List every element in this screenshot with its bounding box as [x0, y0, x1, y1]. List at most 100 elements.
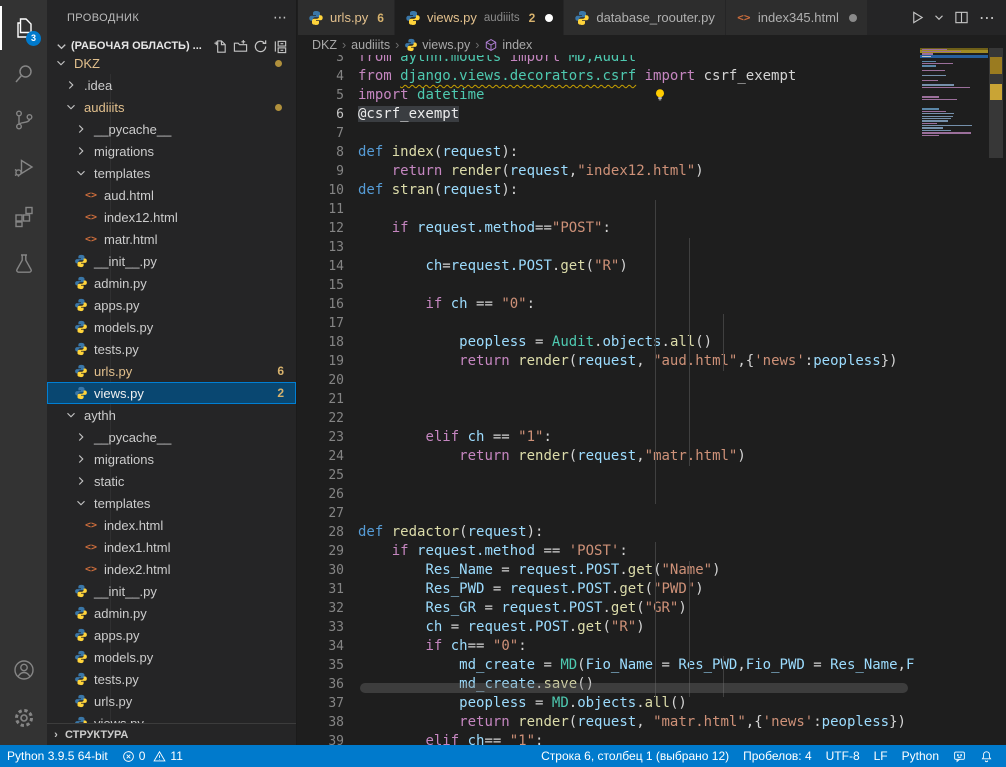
code-line[interactable]: 26: [298, 485, 920, 504]
tree-item--pycache-[interactable]: __pycache__: [47, 426, 296, 448]
code-line[interactable]: 16 if ch == "0":: [298, 295, 920, 314]
tree-item-index12-html[interactable]: <>index12.html: [47, 206, 296, 228]
source-control-icon[interactable]: [0, 98, 47, 142]
language-mode-status[interactable]: Python: [895, 745, 946, 767]
tab-views-py[interactable]: views.py audiiits 2: [395, 0, 564, 35]
code-line[interactable]: 12 if request.method=="POST":: [298, 219, 920, 238]
tree-item-apps-py[interactable]: apps.py: [47, 624, 296, 646]
code-line[interactable]: 6@csrf_exempt: [298, 105, 920, 124]
code-line[interactable]: 21: [298, 390, 920, 409]
code-line[interactable]: 7: [298, 124, 920, 143]
code-line[interactable]: 35 md_create = MD(Fio_Name = Res_PWD,Fio…: [298, 656, 920, 675]
minimap[interactable]: [920, 48, 988, 745]
code-line[interactable]: 30 Res_Name = request.POST.get("Name"): [298, 561, 920, 580]
tree-item-index2-html[interactable]: <>index2.html: [47, 558, 296, 580]
tree-item-apps-py[interactable]: apps.py: [47, 294, 296, 316]
extensions-icon[interactable]: [0, 194, 47, 238]
tree-item-admin-py[interactable]: admin.py: [47, 272, 296, 294]
outline-section-header[interactable]: › СТРУКТУРА: [47, 723, 296, 745]
tree-item-admin-py[interactable]: admin.py: [47, 602, 296, 624]
code-line[interactable]: 37 peopless = MD.objects.all(): [298, 694, 920, 713]
settings-gear-icon[interactable]: [0, 696, 47, 740]
tree-item-aud-html[interactable]: <>aud.html: [47, 184, 296, 206]
breadcrumb-item[interactable]: index: [502, 38, 532, 52]
tree-item-tests-py[interactable]: tests.py: [47, 338, 296, 360]
tree-item-urls-py[interactable]: urls.py6: [47, 360, 296, 382]
tab-database-roouter-py[interactable]: database_roouter.py: [564, 0, 726, 35]
code-line[interactable]: 34 if ch== "0":: [298, 637, 920, 656]
tree-item-views-py[interactable]: views.py2: [47, 382, 296, 404]
code-line[interactable]: 20: [298, 371, 920, 390]
code-line[interactable]: 18 peopless = Audit.objects.all(): [298, 333, 920, 352]
tree-item-static[interactable]: static: [47, 470, 296, 492]
horizontal-scrollbar-slider[interactable]: [360, 683, 908, 693]
code-line[interactable]: 15: [298, 276, 920, 295]
account-icon[interactable]: [0, 648, 47, 692]
encoding-status[interactable]: UTF-8: [819, 745, 867, 767]
modified-dot-icon[interactable]: [849, 14, 857, 22]
tab-index345-html[interactable]: <> index345.html: [726, 0, 868, 35]
code-area[interactable]: 3from aythh.models import MD,Audit4from …: [298, 48, 920, 745]
tree-item--init-py[interactable]: __init__.py: [47, 250, 296, 272]
testing-icon[interactable]: [0, 242, 47, 286]
tree-item-migrations[interactable]: migrations: [47, 448, 296, 470]
modified-dot-icon[interactable]: [545, 14, 553, 22]
run-dropdown-chevron-icon[interactable]: [932, 7, 946, 29]
code-line[interactable]: 5import datetime: [298, 86, 920, 105]
code-line[interactable]: 13: [298, 238, 920, 257]
cursor-position-status[interactable]: Строка 6, столбец 1 (выбрано 12): [534, 745, 736, 767]
code-line[interactable]: 28def redactor(request):: [298, 523, 920, 542]
breadcrumb-item[interactable]: DKZ: [312, 38, 337, 52]
tab-urls-py[interactable]: urls.py 6: [298, 0, 395, 35]
explorer-icon[interactable]: 3: [0, 6, 47, 50]
tree-item-aythh[interactable]: aythh: [47, 404, 296, 426]
breadcrumb-item[interactable]: audiiits: [351, 38, 390, 52]
notifications-bell-icon[interactable]: [973, 745, 1000, 767]
code-line[interactable]: 29 if request.method == 'POST':: [298, 542, 920, 561]
run-debug-icon[interactable]: [0, 146, 47, 190]
code-line[interactable]: 22: [298, 409, 920, 428]
code-line[interactable]: 31 Res_PWD = request.POST.get("PWD"): [298, 580, 920, 599]
tree-item-templates[interactable]: templates: [47, 492, 296, 514]
breadcrumb-item[interactable]: views.py: [422, 38, 470, 52]
code-line[interactable]: 23 elif ch == "1":: [298, 428, 920, 447]
tree-item-index1-html[interactable]: <>index1.html: [47, 536, 296, 558]
tree-item-models-py[interactable]: models.py: [47, 316, 296, 338]
run-file-icon[interactable]: [906, 7, 928, 29]
tree-item--init-py[interactable]: __init__.py: [47, 580, 296, 602]
code-line[interactable]: 10def stran(request):: [298, 181, 920, 200]
code-line[interactable]: 4from django.views.decorators.csrf impor…: [298, 67, 920, 86]
tree-item-urls-py[interactable]: urls.py: [47, 690, 296, 712]
tree-item-templates[interactable]: templates: [47, 162, 296, 184]
eol-status[interactable]: LF: [867, 745, 895, 767]
tree-item--pycache-[interactable]: __pycache__: [47, 118, 296, 140]
code-line[interactable]: 14 ch=request.POST.get("R"): [298, 257, 920, 276]
code-line[interactable]: 25: [298, 466, 920, 485]
tree-item--idea[interactable]: .idea: [47, 74, 296, 96]
code-line[interactable]: 38 return render(request, "matr.html",{'…: [298, 713, 920, 732]
search-icon[interactable]: [0, 52, 47, 96]
more-actions-icon[interactable]: ⋯: [976, 7, 998, 29]
tree-item-tests-py[interactable]: tests.py: [47, 668, 296, 690]
feedback-icon[interactable]: [946, 745, 973, 767]
code-line[interactable]: 9 return render(request,"index12.html"): [298, 162, 920, 181]
tree-item-index-html[interactable]: <>index.html: [47, 514, 296, 536]
code-line[interactable]: 17: [298, 314, 920, 333]
tree-item-matr-html[interactable]: <>matr.html: [47, 228, 296, 250]
code-line[interactable]: 11: [298, 200, 920, 219]
code-line[interactable]: 39 elif ch== "1":: [298, 732, 920, 745]
tree-item-audiiits[interactable]: audiiits: [47, 96, 296, 118]
indentation-status[interactable]: Пробелов: 4: [736, 745, 819, 767]
tree-item-models-py[interactable]: models.py: [47, 646, 296, 668]
code-line[interactable]: 19 return render(request, "aud.html",{'n…: [298, 352, 920, 371]
code-line[interactable]: 32 Res_GR = request.POST.get("GR"): [298, 599, 920, 618]
tree-item-migrations[interactable]: migrations: [47, 140, 296, 162]
code-line[interactable]: 33 ch = request.POST.get("R"): [298, 618, 920, 637]
split-editor-icon[interactable]: [950, 7, 972, 29]
tree-item-views-py[interactable]: views.py: [47, 712, 296, 723]
code-line[interactable]: 24 return render(request,"matr.html"): [298, 447, 920, 466]
tree-item-dkz[interactable]: DKZ: [47, 52, 296, 74]
code-line[interactable]: 27: [298, 504, 920, 523]
code-line[interactable]: 8def index(request):: [298, 143, 920, 162]
python-interpreter-status[interactable]: Python 3.9.5 64-bit: [0, 745, 115, 767]
